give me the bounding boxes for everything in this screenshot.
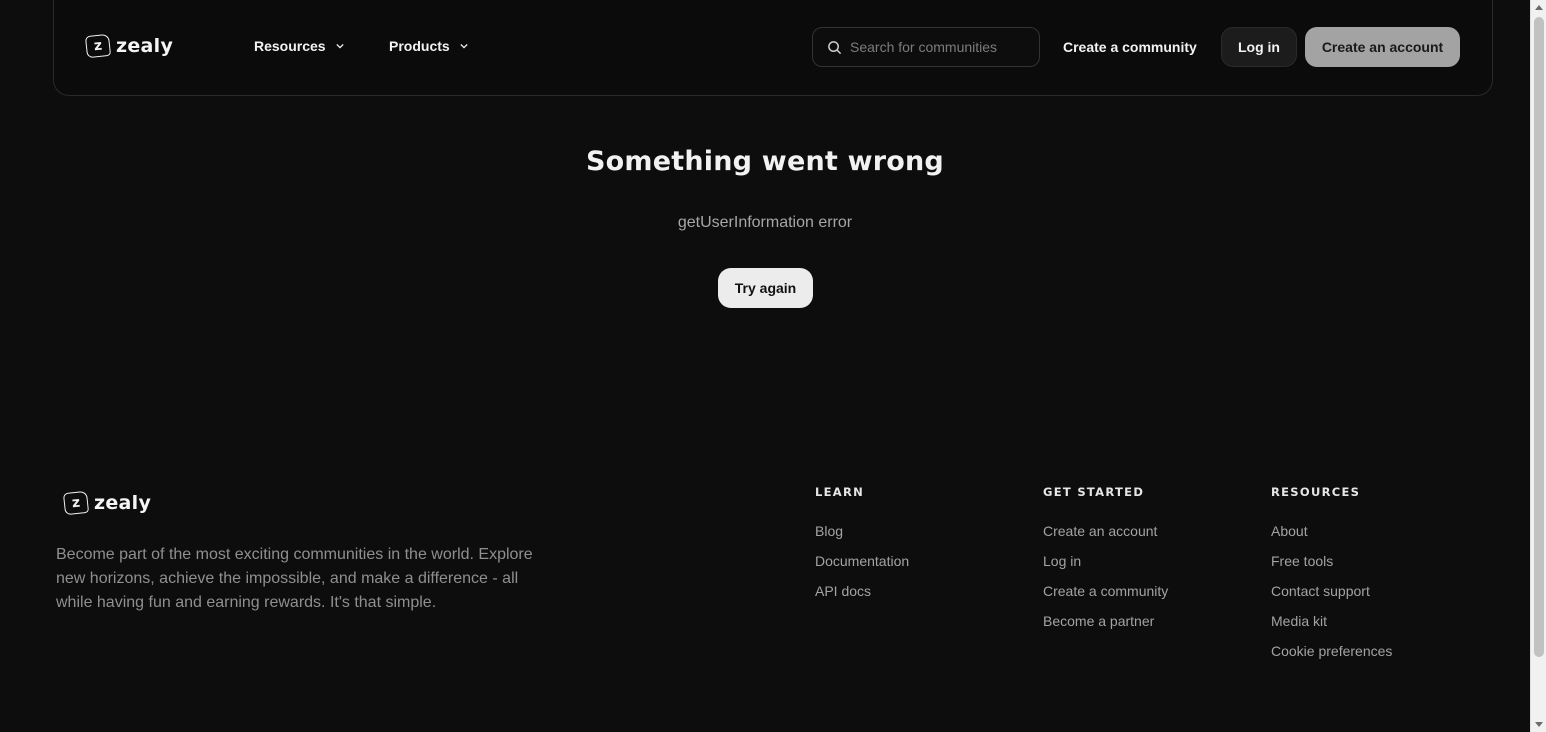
footer-link-create-community[interactable]: Create a community (1043, 576, 1168, 606)
chevron-down-icon (460, 43, 468, 49)
logo-wordmark: zealy (116, 35, 174, 57)
nav-resources-label: Resources (254, 38, 326, 54)
footer-link-contact-support[interactable]: Contact support (1271, 576, 1392, 606)
footer-column-heading: RESOURCES (1271, 485, 1361, 499)
footer-link-become-partner[interactable]: Become a partner (1043, 606, 1168, 636)
footer-column-heading: GET STARTED (1043, 485, 1145, 499)
zealy-logo[interactable]: z zealy (84, 33, 174, 59)
nav-products-label: Products (389, 38, 450, 54)
footer-link-documentation[interactable]: Documentation (815, 546, 909, 576)
footer-link-create-account[interactable]: Create an account (1043, 516, 1168, 546)
chevron-down-icon (335, 43, 344, 49)
scroll-up-arrow-icon[interactable] (1535, 5, 1543, 10)
error-message: getUserInformation error (677, 214, 853, 231)
footer-column-learn: LEARN Blog Documentation API docs (815, 485, 909, 613)
create-community-link[interactable]: Create a community (1063, 39, 1197, 55)
page-scrollbar[interactable] (1530, 0, 1546, 732)
try-again-button[interactable]: Try again (718, 268, 813, 308)
footer-zealy-logo[interactable]: z zealy (62, 490, 152, 516)
footer-link-media-kit[interactable]: Media kit (1271, 606, 1392, 636)
nav-resources[interactable]: Resources (254, 38, 344, 54)
footer-description: Become part of the most exciting communi… (56, 546, 533, 611)
footer-column-heading: LEARN (815, 485, 865, 499)
footer-link-api-docs[interactable]: API docs (815, 576, 909, 606)
footer-link-about[interactable]: About (1271, 516, 1392, 546)
zealy-logo-icon: z (62, 490, 90, 516)
nav-products[interactable]: Products (389, 38, 468, 54)
footer-link-free-tools[interactable]: Free tools (1271, 546, 1392, 576)
scroll-down-arrow-icon[interactable] (1535, 722, 1543, 727)
search-input[interactable] (850, 39, 1020, 55)
footer-link-log-in[interactable]: Log in (1043, 546, 1168, 576)
top-nav: z zealy Resources Products Create a comm… (53, 0, 1493, 96)
footer-column-get-started: GET STARTED Create an account Log in Cre… (1043, 485, 1168, 643)
footer-link-blog[interactable]: Blog (815, 516, 909, 546)
footer-column-resources: RESOURCES About Free tools Contact suppo… (1271, 485, 1392, 673)
zealy-logo-icon: z (84, 33, 112, 59)
footer-link-cookie-preferences[interactable]: Cookie preferences (1271, 636, 1392, 666)
scrollbar-thumb[interactable] (1534, 17, 1544, 657)
login-button[interactable]: Log in (1221, 27, 1297, 67)
search-box[interactable] (812, 27, 1040, 67)
search-icon (828, 40, 842, 54)
logo-wordmark: zealy (94, 492, 152, 514)
create-account-button[interactable]: Create an account (1305, 27, 1460, 67)
error-title: Something went wrong (586, 146, 944, 177)
